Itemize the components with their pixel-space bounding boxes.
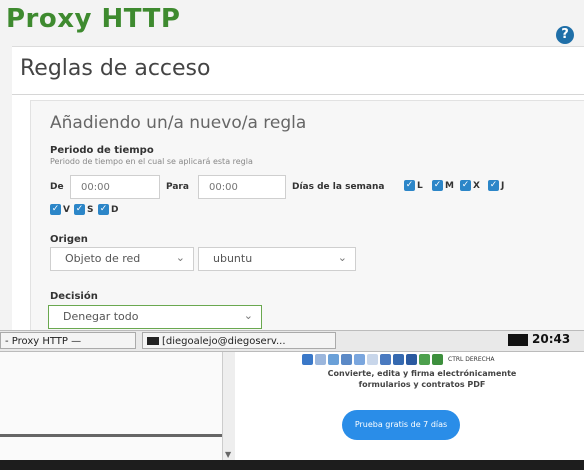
period-help: Periodo de tiempo en el cual se aplicará… bbox=[50, 157, 253, 166]
page-title: Proxy HTTP bbox=[6, 4, 181, 34]
help-icon[interactable]: ? bbox=[556, 26, 574, 44]
from-time-input[interactable] bbox=[70, 175, 160, 199]
decision-label: Decisión bbox=[50, 291, 98, 302]
checkbox-checked-icon: ✓ bbox=[98, 204, 109, 215]
origin-type-select[interactable]: Objeto de red ⌄ bbox=[50, 247, 194, 271]
checkbox-checked-icon: ✓ bbox=[460, 180, 471, 191]
tray-app-icon[interactable] bbox=[354, 353, 365, 365]
free-trial-button[interactable]: Prueba gratis de 7 días bbox=[342, 410, 460, 440]
from-label: De bbox=[50, 182, 64, 192]
taskbar-item-terminal[interactable]: [diegoalejo@diegoserv... bbox=[142, 332, 336, 349]
day-checkbox-m[interactable]: ✓ M bbox=[432, 180, 454, 191]
tray-app-icon[interactable] bbox=[367, 353, 378, 365]
day-checkbox-x[interactable]: ✓ X bbox=[460, 180, 480, 191]
tray-app-icon[interactable] bbox=[302, 353, 313, 365]
period-label: Periodo de tiempo bbox=[50, 145, 154, 156]
tray-app-icon[interactable] bbox=[419, 353, 430, 365]
system-tray: CTRL DERECHA bbox=[302, 352, 584, 366]
scrollbar[interactable] bbox=[222, 352, 235, 460]
clock: 20:43 bbox=[532, 332, 571, 346]
day-checkbox-l[interactable]: ✓ L bbox=[404, 180, 423, 191]
checkbox-checked-icon: ✓ bbox=[432, 180, 443, 191]
checkbox-checked-icon: ✓ bbox=[50, 204, 61, 215]
section-divider bbox=[12, 94, 584, 95]
bottom-strip bbox=[0, 460, 584, 470]
origin-object-select[interactable]: ubuntu ⌄ bbox=[198, 247, 356, 271]
taskbar-item-proxy[interactable]: - Proxy HTTP — bbox=[0, 332, 136, 349]
divider-line bbox=[0, 434, 222, 437]
promo-text: Convierte, edita y firma electrónicament… bbox=[272, 368, 572, 390]
day-checkbox-j[interactable]: ✓ J bbox=[488, 180, 504, 191]
checkbox-checked-icon: ✓ bbox=[488, 180, 499, 191]
checkbox-checked-icon: ✓ bbox=[404, 180, 415, 191]
decision-select[interactable]: Denegar todo ⌄ bbox=[48, 305, 262, 329]
chevron-down-icon[interactable]: ▼ bbox=[225, 450, 231, 459]
terminal-icon bbox=[147, 337, 159, 345]
form-title: Añadiendo un/a nuevo/a regla bbox=[50, 113, 307, 133]
day-checkbox-s[interactable]: ✓ S bbox=[74, 204, 93, 215]
tray-app-icon[interactable] bbox=[341, 353, 352, 365]
origin-label: Origen bbox=[50, 234, 88, 245]
section-title: Reglas de acceso bbox=[20, 56, 211, 81]
chevron-down-icon: ⌄ bbox=[175, 251, 185, 264]
promo-line1: Convierte, edita y firma electrónicament… bbox=[327, 369, 517, 378]
checkbox-checked-icon: ✓ bbox=[74, 204, 85, 215]
days-label: Días de la semana bbox=[292, 182, 385, 192]
promo-line2: formularios y contratos PDF bbox=[358, 380, 486, 389]
tray-app-icon[interactable] bbox=[315, 353, 326, 365]
chevron-down-icon: ⌄ bbox=[337, 251, 347, 264]
tray-app-icon[interactable] bbox=[406, 353, 417, 365]
tray-app-icon[interactable] bbox=[380, 353, 391, 365]
day-checkbox-v[interactable]: ✓ V bbox=[50, 204, 70, 215]
to-time-input[interactable] bbox=[198, 175, 286, 199]
tray-app-icon[interactable] bbox=[328, 353, 339, 365]
tray-indicator bbox=[508, 334, 528, 346]
host-key-label: CTRL DERECHA bbox=[448, 355, 495, 363]
chevron-down-icon: ⌄ bbox=[243, 309, 253, 322]
tray-app-icon[interactable] bbox=[432, 353, 443, 365]
background-window bbox=[0, 352, 233, 460]
tray-app-icon[interactable] bbox=[393, 353, 404, 365]
to-label: Para bbox=[166, 182, 189, 192]
day-checkbox-d[interactable]: ✓ D bbox=[98, 204, 118, 215]
